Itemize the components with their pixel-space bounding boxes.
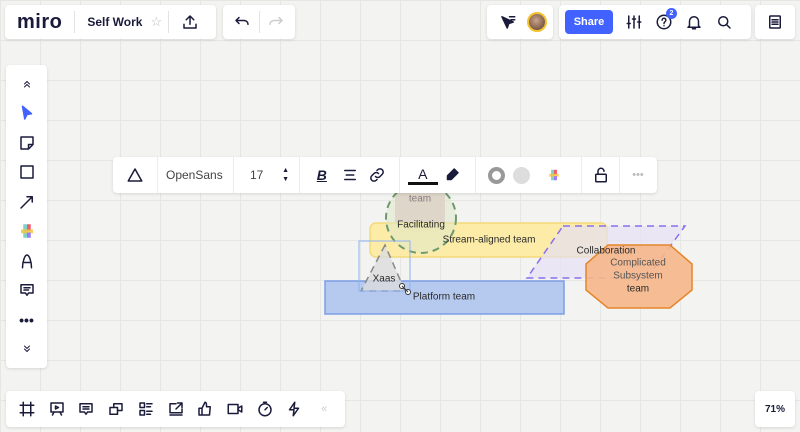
zoom-panel: 71% — [755, 391, 795, 427]
shape-label: Facilitating — [397, 219, 445, 231]
document-icon[interactable] — [760, 7, 790, 37]
export-icon[interactable] — [161, 394, 191, 424]
bold-icon[interactable]: B — [308, 160, 336, 190]
left-toolbar: ••• — [6, 65, 47, 368]
search-icon[interactable] — [709, 7, 739, 37]
font-select[interactable]: OpenSans — [166, 168, 223, 182]
fill-color-icon[interactable] — [513, 166, 531, 184]
undo-icon[interactable] — [227, 7, 257, 37]
pen-icon[interactable] — [12, 246, 42, 276]
shape-label: Stream-aligned team — [442, 234, 536, 246]
cursor-filter-icon[interactable] — [493, 7, 523, 37]
zoom-level[interactable]: 71% — [765, 404, 785, 415]
shape-label: Collaboration — [576, 245, 636, 257]
like-icon[interactable] — [190, 394, 220, 424]
apps-icon[interactable] — [12, 217, 42, 247]
arrow-line-icon[interactable] — [12, 187, 42, 217]
actions-panel: Share 2 — [559, 5, 751, 39]
shape-label: Xaas — [372, 273, 396, 285]
select-cursor-icon[interactable] — [12, 99, 42, 129]
board-canvas[interactable] — [0, 0, 800, 432]
screen-share-icon[interactable] — [101, 394, 131, 424]
bottom-toolbar: « — [6, 391, 345, 427]
frame-icon[interactable] — [12, 394, 42, 424]
help-icon[interactable]: 2 — [649, 7, 679, 37]
shape-triangle-icon[interactable] — [121, 160, 149, 190]
shape-label: team — [626, 283, 650, 295]
unlock-icon[interactable] — [590, 160, 611, 190]
video-icon[interactable] — [220, 394, 250, 424]
text-color-icon[interactable]: A — [408, 165, 438, 185]
collapse-down-icon[interactable] — [12, 335, 42, 365]
more-options-icon[interactable]: ••• — [632, 169, 644, 181]
share-button[interactable]: Share — [565, 10, 613, 34]
redo-icon[interactable] — [262, 7, 292, 37]
upload-icon[interactable] — [175, 7, 205, 37]
help-badge: 2 — [666, 8, 677, 19]
avatar[interactable] — [527, 12, 547, 32]
star-icon[interactable]: ☆ — [150, 14, 162, 30]
apps-icon[interactable] — [539, 160, 569, 190]
sticky-note-icon[interactable] — [12, 128, 42, 158]
collapse-up-icon[interactable] — [12, 69, 42, 99]
presentation-icon[interactable] — [42, 394, 72, 424]
miro-logo[interactable]: miro — [17, 11, 62, 34]
font-size-stepper[interactable]: ▲ ▼ — [282, 166, 289, 184]
shape-label: Complicated — [610, 257, 666, 269]
chat-icon[interactable] — [71, 394, 101, 424]
cards-icon[interactable] — [131, 394, 161, 424]
notes-panel — [755, 5, 795, 39]
align-center-icon[interactable] — [336, 160, 364, 190]
lightning-icon[interactable] — [280, 394, 310, 424]
font-size-value[interactable]: 17 — [250, 168, 263, 182]
bell-icon[interactable] — [679, 7, 709, 37]
shape-label: Platform team — [412, 291, 476, 303]
link-icon[interactable] — [363, 160, 391, 190]
rectangle-icon[interactable] — [12, 158, 42, 188]
board-header: miro Self Work ☆ — [5, 5, 216, 39]
collapse-left-icon[interactable]: « — [309, 394, 339, 424]
shape-label: Subsystem — [613, 270, 663, 282]
highlight-pen-icon[interactable] — [438, 160, 468, 190]
timer-icon[interactable] — [250, 394, 280, 424]
comment-icon[interactable] — [12, 276, 42, 306]
collab-panel — [487, 5, 553, 39]
border-color-icon[interactable] — [488, 166, 506, 184]
board-title[interactable]: Self Work — [87, 15, 142, 29]
more-tools-icon[interactable]: ••• — [12, 305, 42, 335]
undo-redo — [223, 5, 295, 39]
settings-sliders-icon[interactable] — [619, 7, 649, 37]
context-toolbar: OpenSans 17 ▲ ▼ B A ••• — [113, 157, 657, 193]
shape-label: team — [408, 193, 432, 205]
